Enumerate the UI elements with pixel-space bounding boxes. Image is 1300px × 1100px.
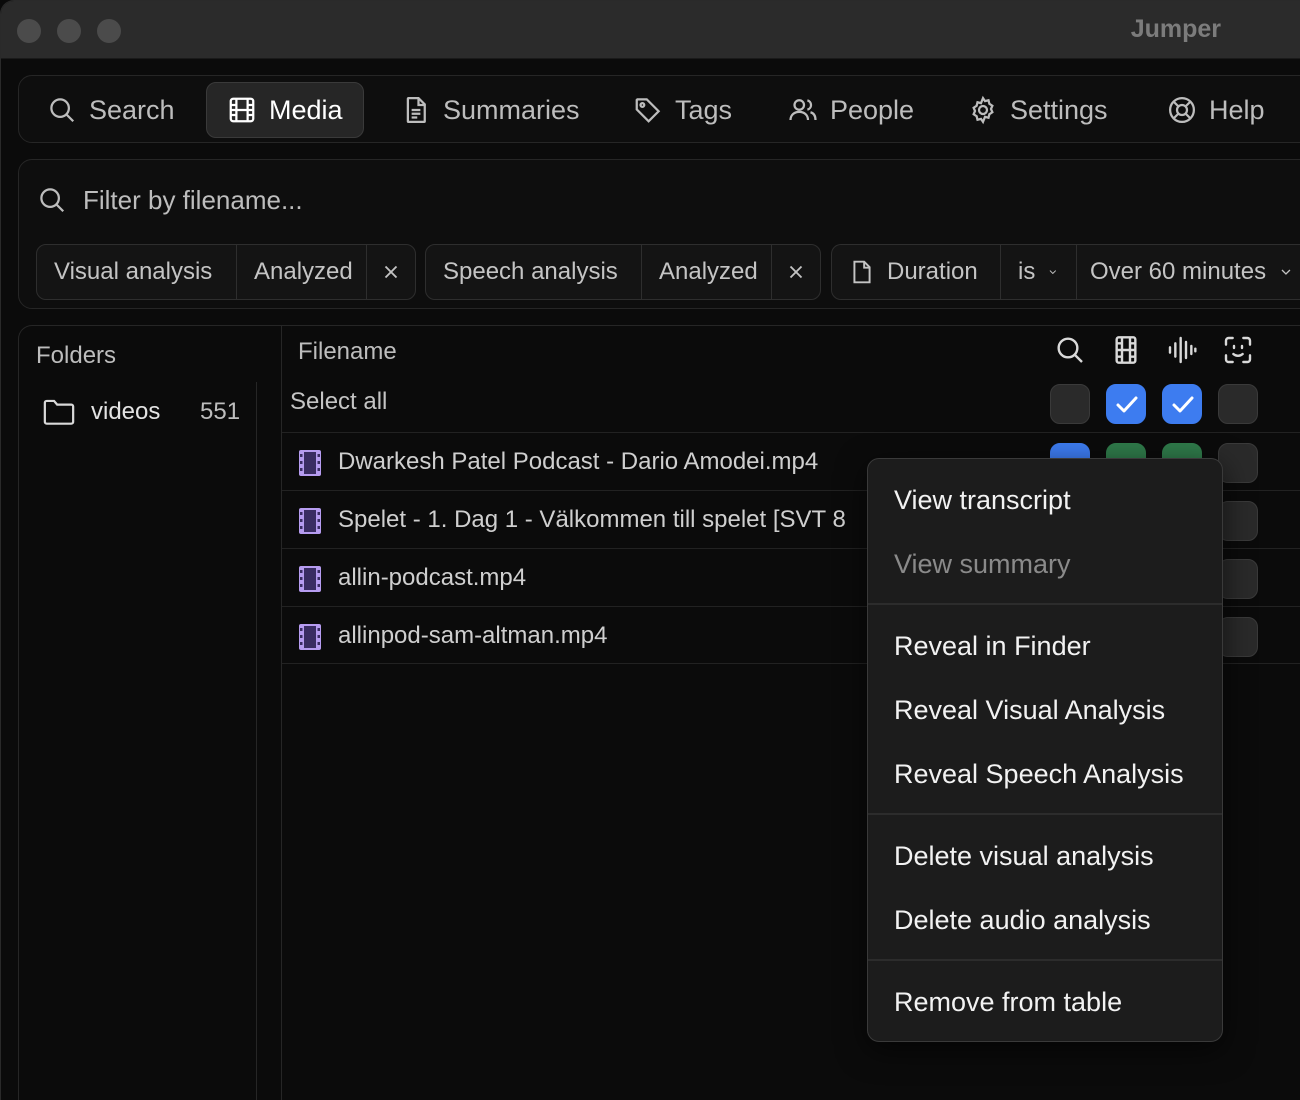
nav-summaries[interactable]: Summaries bbox=[381, 82, 600, 138]
chip-field[interactable]: Visual analysis bbox=[37, 245, 237, 299]
chevron-down-icon bbox=[1281, 269, 1291, 275]
chip-remove-button[interactable] bbox=[772, 245, 820, 299]
search-icon bbox=[40, 188, 65, 213]
filter-chip-visual[interactable]: Visual analysis Analyzed bbox=[36, 244, 416, 300]
tag-icon bbox=[635, 98, 661, 123]
search-icon[interactable] bbox=[1054, 334, 1086, 366]
column-header-filename[interactable]: Filename bbox=[298, 338, 397, 366]
nav-media[interactable]: Media bbox=[206, 82, 364, 138]
filter-chip-speech[interactable]: Speech analysis Analyzed bbox=[425, 244, 821, 300]
face-scan-icon[interactable] bbox=[1222, 334, 1254, 366]
menu-separator bbox=[868, 603, 1222, 605]
menu-item-reveal-visual-analysis[interactable]: Reveal Visual Analysis bbox=[894, 695, 1165, 726]
context-menu: View transcript View summary Reveal in F… bbox=[867, 458, 1223, 1042]
video-file-icon bbox=[299, 508, 321, 534]
nav-summaries-label: Summaries bbox=[443, 94, 580, 125]
lifebuoy-icon bbox=[1169, 97, 1195, 123]
menu-item-reveal-in-finder[interactable]: Reveal in Finder bbox=[894, 631, 1091, 662]
filter-placeholder: Filter by filename... bbox=[83, 184, 303, 215]
video-file-icon bbox=[299, 566, 321, 592]
chip-value-label: Over 60 minutes bbox=[1090, 258, 1267, 285]
close-window-button[interactable] bbox=[17, 19, 41, 43]
menu-item-delete-visual-analysis[interactable]: Delete visual analysis bbox=[894, 841, 1154, 872]
menu-item-remove-from-table[interactable]: Remove from table bbox=[894, 987, 1122, 1018]
chevron-down-icon bbox=[1049, 270, 1057, 275]
people-icon bbox=[789, 99, 817, 121]
folders-title: Folders bbox=[36, 342, 117, 369]
titlebar: Jumper bbox=[1, 1, 1300, 59]
chip-value[interactable]: Analyzed bbox=[237, 245, 367, 299]
chip-operator-label: is bbox=[1018, 258, 1036, 285]
menu-item-view-summary: View summary bbox=[894, 549, 1071, 579]
row-faces-checkbox[interactable] bbox=[1218, 559, 1258, 599]
filter-chip-duration[interactable]: Duration is Over 60 minutes bbox=[831, 244, 1300, 300]
menu-separator bbox=[868, 813, 1222, 815]
close-icon bbox=[789, 265, 803, 279]
video-file-icon bbox=[299, 624, 321, 650]
nav-help-label: Help bbox=[1209, 94, 1265, 125]
nav-tags[interactable]: Tags bbox=[613, 82, 752, 138]
chip-operator[interactable]: is bbox=[1001, 245, 1077, 299]
search-icon bbox=[50, 98, 75, 123]
menu-item-view-transcript[interactable]: View transcript bbox=[894, 485, 1071, 516]
gear-icon bbox=[972, 95, 994, 125]
folder-icon bbox=[43, 399, 75, 425]
select-all-search-checkbox[interactable] bbox=[1050, 384, 1090, 424]
filter-panel: Filter by filename... Visual analysis An… bbox=[18, 159, 1300, 309]
close-icon bbox=[384, 265, 398, 279]
filename: allinpod-sam-altman.mp4 bbox=[338, 622, 608, 649]
row-faces-checkbox[interactable] bbox=[1218, 443, 1258, 483]
row-faces-checkbox[interactable] bbox=[1218, 501, 1258, 541]
chip-field[interactable]: Speech analysis bbox=[426, 245, 642, 299]
menu-separator bbox=[868, 959, 1222, 961]
waveform-icon[interactable] bbox=[1166, 334, 1198, 366]
select-all-faces-checkbox[interactable] bbox=[1218, 384, 1258, 424]
film-icon bbox=[229, 97, 255, 123]
chip-value[interactable]: Over 60 minutes bbox=[1077, 245, 1300, 299]
nav-media-label: Media bbox=[269, 94, 343, 125]
chip-remove-button[interactable] bbox=[367, 245, 415, 299]
checkmark-icon bbox=[1116, 396, 1138, 413]
folders-panel: Folders videos 551 bbox=[18, 325, 281, 1100]
chip-field-label: Duration bbox=[887, 258, 978, 285]
nav-tags-label: Tags bbox=[675, 94, 733, 125]
document-icon bbox=[406, 97, 426, 123]
menu-item-delete-audio-analysis[interactable]: Delete audio analysis bbox=[894, 905, 1151, 936]
chip-field[interactable]: Duration bbox=[832, 245, 1001, 299]
select-all-visual-checkbox[interactable] bbox=[1106, 384, 1146, 424]
folder-count: 551 bbox=[200, 398, 241, 425]
chip-value[interactable]: Analyzed bbox=[642, 245, 772, 299]
filename-filter-input[interactable]: Filter by filename... bbox=[37, 180, 303, 220]
panel-divider[interactable] bbox=[256, 382, 257, 1100]
folder-name: videos bbox=[91, 398, 161, 425]
nav-settings-label: Settings bbox=[1010, 94, 1108, 125]
nav-people-label: People bbox=[830, 94, 915, 125]
row-faces-checkbox[interactable] bbox=[1218, 617, 1258, 657]
film-icon[interactable] bbox=[1110, 334, 1142, 366]
zoom-window-button[interactable] bbox=[97, 19, 121, 43]
file-icon bbox=[853, 260, 871, 284]
window-title: Jumper bbox=[1130, 15, 1221, 43]
checkmark-icon bbox=[1172, 396, 1194, 413]
filename: allin-podcast.mp4 bbox=[338, 564, 527, 591]
filename: Dwarkesh Patel Podcast - Dario Amodei.mp… bbox=[338, 448, 819, 475]
nav-search-label: Search bbox=[89, 94, 175, 125]
minimize-window-button[interactable] bbox=[57, 19, 81, 43]
nav-search[interactable]: Search bbox=[27, 82, 195, 138]
menu-item-reveal-speech-analysis[interactable]: Reveal Speech Analysis bbox=[894, 759, 1184, 790]
nav-help[interactable]: Help bbox=[1147, 82, 1285, 138]
folder-item-videos[interactable]: videos 551 bbox=[43, 392, 243, 432]
main-nav: Search Media Summaries Tags People Setti… bbox=[18, 75, 1300, 143]
filename: Spelet - 1. Dag 1 - Välkommen till spele… bbox=[338, 506, 846, 533]
select-all-label[interactable]: Select all bbox=[290, 388, 387, 416]
app-window: Jumper Search Media Summaries Tags Peopl… bbox=[0, 0, 1300, 1100]
nav-settings[interactable]: Settings bbox=[948, 82, 1128, 138]
video-file-icon bbox=[299, 450, 321, 476]
select-all-speech-checkbox[interactable] bbox=[1162, 384, 1202, 424]
nav-people[interactable]: People bbox=[768, 82, 934, 138]
